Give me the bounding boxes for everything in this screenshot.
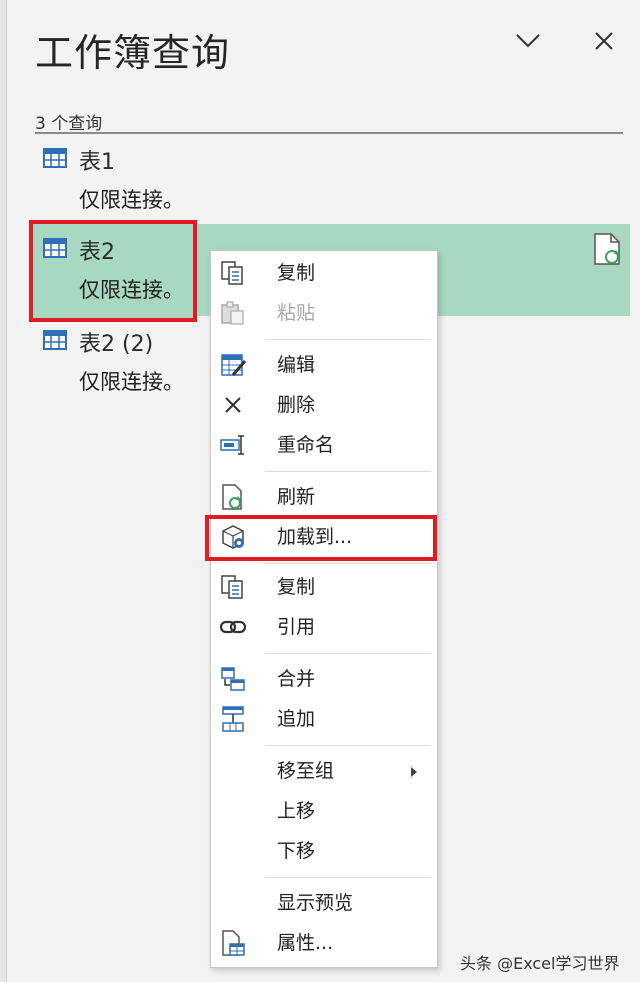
- menu-item-properties[interactable]: 属性...: [211, 925, 437, 961]
- menu-item-label: 上移: [277, 800, 316, 822]
- menu-item-move-to-group[interactable]: 移至组: [211, 753, 437, 789]
- duplicate-icon: [221, 575, 243, 599]
- menu-separator: [265, 471, 431, 472]
- context-menu: 复制 粘贴 编辑 删除 重命名 刷新 加载到... 复制 引用 合并 追加 移至…: [205, 250, 438, 968]
- menu-item-label: 属性...: [277, 932, 334, 954]
- chevron-down-icon: [516, 34, 540, 48]
- left-window-edge: [0, 0, 7, 982]
- annotation-highlight-box: [29, 220, 197, 322]
- menu-separator: [265, 745, 431, 746]
- menu-item-merge[interactable]: 合并: [211, 661, 437, 697]
- menu-item-label: 复制: [277, 262, 316, 284]
- menu-item-label: 显示预览: [277, 892, 354, 914]
- refresh-query-icon[interactable]: [593, 232, 621, 266]
- menu-item-label: 重命名: [277, 434, 335, 456]
- query-name: 表2 (2): [79, 332, 154, 357]
- menu-item-reference[interactable]: 引用: [211, 609, 437, 645]
- copy-icon: [221, 261, 243, 285]
- edit-table-icon: [221, 354, 247, 376]
- menu-separator: [265, 877, 431, 878]
- paste-icon: [221, 301, 244, 325]
- table-icon: [43, 330, 67, 350]
- query-count: 3 个查询: [35, 114, 103, 134]
- delete-x-icon: [225, 397, 241, 413]
- close-icon: [595, 32, 613, 50]
- reference-link-icon: [219, 620, 247, 634]
- query-name: 表1: [79, 150, 115, 175]
- menu-item-label: 刷新: [277, 486, 316, 508]
- menu-item-delete[interactable]: 删除: [211, 387, 437, 423]
- menu-item-label: 粘贴: [277, 302, 316, 324]
- close-pane-button[interactable]: [587, 24, 621, 58]
- refresh-icon: [222, 484, 242, 510]
- menu-item-rename[interactable]: 重命名: [211, 427, 437, 463]
- query-item[interactable]: 表1 仅限连接。: [7, 140, 640, 216]
- menu-separator: [265, 653, 431, 654]
- menu-separator: [265, 339, 431, 340]
- query-status: 仅限连接。: [79, 370, 184, 394]
- table-icon: [43, 148, 67, 168]
- menu-item-refresh[interactable]: 刷新: [211, 479, 437, 515]
- menu-item-label: 合并: [277, 668, 316, 690]
- menu-item-duplicate[interactable]: 复制: [211, 569, 437, 605]
- menu-item-label: 删除: [277, 394, 316, 416]
- menu-separator: [265, 563, 431, 564]
- annotation-highlight-box: [205, 515, 437, 561]
- merge-icon: [221, 667, 245, 691]
- watermark-text: 头条 @Excel学习世界: [460, 954, 620, 973]
- menu-item-label: 下移: [277, 840, 316, 862]
- menu-item-move-down[interactable]: 下移: [211, 833, 437, 869]
- menu-item-label: 复制: [277, 576, 316, 598]
- menu-item-label: 追加: [277, 708, 316, 730]
- submenu-arrow-icon: [411, 767, 417, 777]
- menu-item-show-preview[interactable]: 显示预览: [211, 885, 437, 921]
- pane-title: 工作簿查询: [35, 31, 231, 75]
- menu-item-append[interactable]: 追加: [211, 701, 437, 737]
- menu-item-edit[interactable]: 编辑: [211, 347, 437, 383]
- menu-item-label: 编辑: [277, 354, 316, 376]
- menu-item-paste[interactable]: 粘贴: [211, 295, 437, 331]
- menu-item-label: 移至组: [277, 760, 335, 782]
- properties-icon: [222, 930, 245, 956]
- menu-item-copy[interactable]: 复制: [211, 255, 437, 291]
- append-icon: [222, 706, 244, 732]
- menu-item-label: 引用: [277, 616, 316, 638]
- menu-item-move-up[interactable]: 上移: [211, 793, 437, 829]
- query-status: 仅限连接。: [79, 188, 184, 212]
- header-divider: [35, 132, 623, 134]
- rename-icon: [220, 435, 244, 455]
- collapse-pane-button[interactable]: [511, 24, 545, 58]
